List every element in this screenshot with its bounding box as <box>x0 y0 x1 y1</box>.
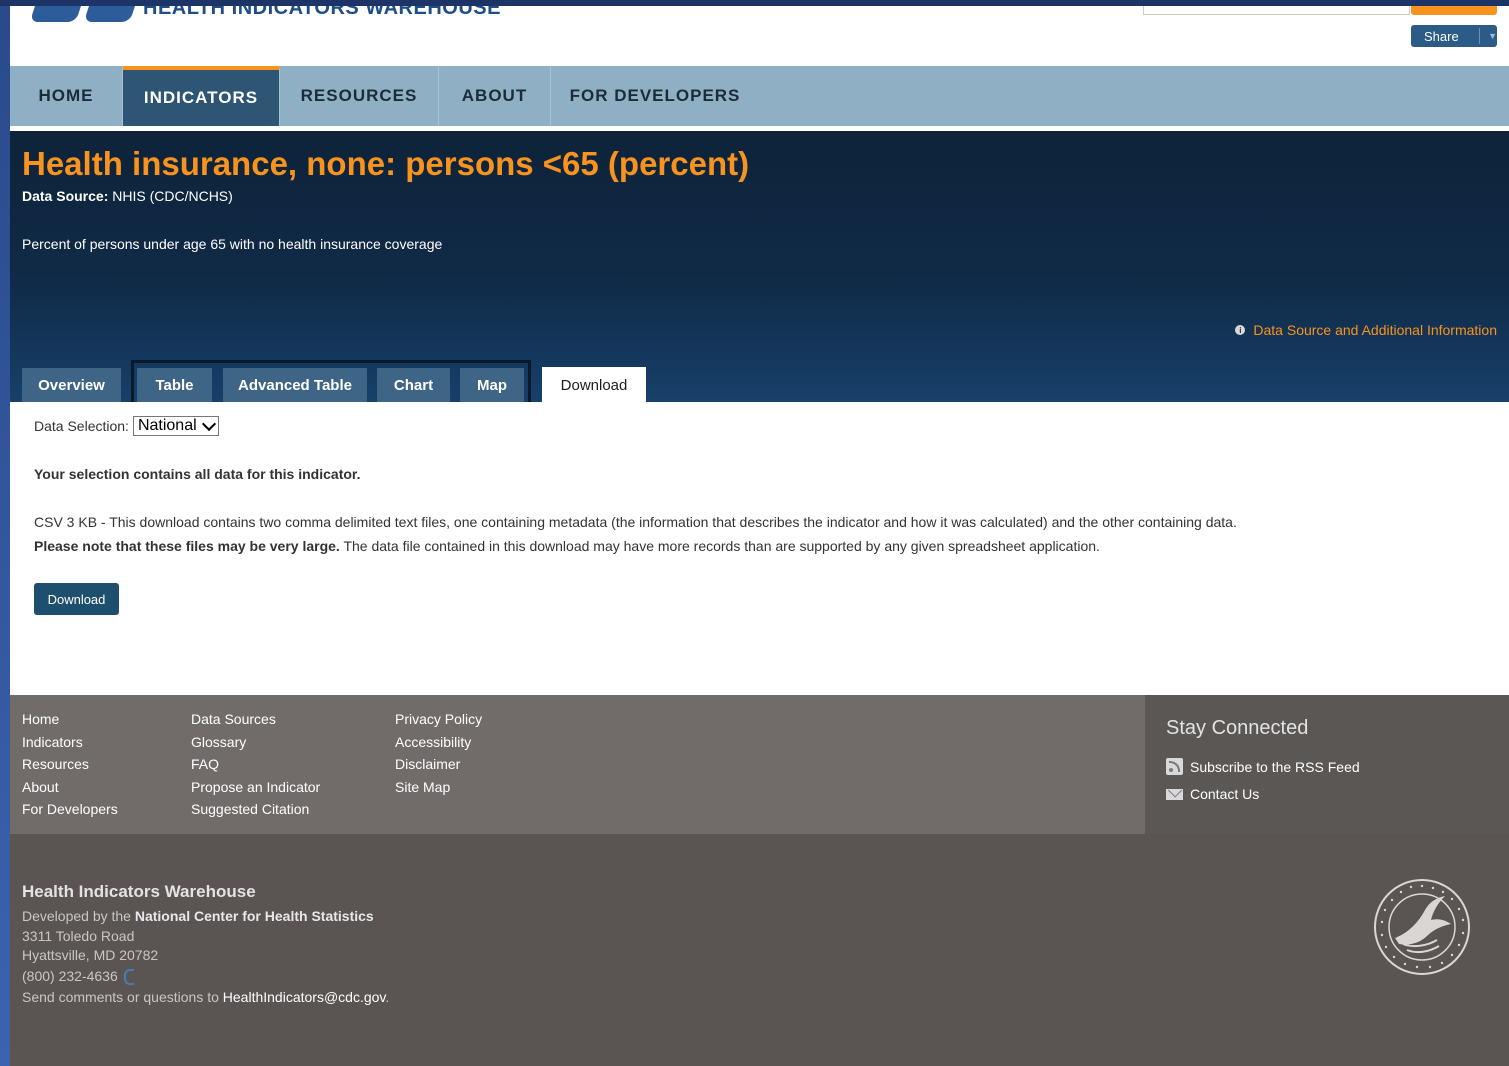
footer-col-3: Privacy Policy Accessibility Disclaimer … <box>395 710 482 800</box>
size-note-text: The data file contained in this download… <box>339 538 1100 554</box>
phone-icon <box>123 969 134 986</box>
footer-link-accessibility[interactable]: Accessibility <box>395 733 482 756</box>
size-note-bold: Please note that these files may be very… <box>34 538 340 554</box>
tab-chart[interactable]: Chart <box>377 368 450 402</box>
tab-advanced-table[interactable]: Advanced Table <box>223 368 367 402</box>
download-button[interactable]: Download <box>34 583 119 615</box>
download-panel: Data Selection: National Your selection … <box>10 402 1509 695</box>
footer-col-1: Home Indicators Resources About For Deve… <box>22 710 118 823</box>
footer-link-indicators[interactable]: Indicators <box>22 733 118 756</box>
search-input[interactable] <box>1143 6 1410 15</box>
address-line-2: Hyattsville, MD 20782 <box>22 947 159 963</box>
footer-link-faq[interactable]: FAQ <box>191 755 320 778</box>
site-footer: Health Indicators Warehouse Developed by… <box>10 834 1509 1066</box>
nav-indicators[interactable]: INDICATORS <box>123 66 280 126</box>
data-source: Data Source: NHIS (CDC/NCHS) <box>22 188 233 204</box>
indicator-description: Percent of persons under age 65 with no … <box>22 236 443 252</box>
email-link[interactable]: HealthIndicators@cdc.gov <box>223 989 386 1005</box>
stay-connected: Stay Connected Subscribe to the RSS Feed… <box>1145 695 1509 834</box>
tab-overview[interactable]: Overview <box>22 368 121 402</box>
search-button[interactable] <box>1411 6 1497 15</box>
nchs-link[interactable]: National Center for Health Statistics <box>135 908 374 924</box>
share-label: Share <box>1424 28 1459 44</box>
rss-label: Subscribe to the RSS Feed <box>1190 758 1360 775</box>
logo-mark-left <box>29 6 85 22</box>
phone-line: (800) 232-4636 <box>22 968 134 986</box>
logo-mark-right <box>83 6 139 22</box>
nav-resources[interactable]: RESOURCES <box>280 66 439 126</box>
footer-link-data-sources[interactable]: Data Sources <box>191 710 320 733</box>
developed-by: Developed by the National Center for Hea… <box>22 908 374 924</box>
site-header: HEALTH INDICATORS WAREHOUSE Share ▼ <box>10 6 1509 66</box>
contact-link[interactable]: Contact Us <box>1166 786 1259 802</box>
nav-about[interactable]: ABOUT <box>439 66 551 126</box>
comments-line: Send comments or questions to HealthIndi… <box>22 989 389 1005</box>
footer-link-privacy-policy[interactable]: Privacy Policy <box>395 710 482 733</box>
share-button[interactable]: Share ▼ <box>1411 25 1497 47</box>
developed-by-prefix: Developed by the <box>22 908 135 924</box>
footer-link-resources[interactable]: Resources <box>22 755 118 778</box>
share-divider <box>1479 28 1481 44</box>
nav-for-developers[interactable]: FOR DEVELOPERS <box>551 66 759 126</box>
footer-link-glossary[interactable]: Glossary <box>191 733 320 756</box>
selection-summary: Your selection contains all data for thi… <box>34 466 361 482</box>
tab-table[interactable]: Table <box>137 368 212 402</box>
footer-link-about[interactable]: About <box>22 778 118 801</box>
footer-link-propose-indicator[interactable]: Propose an Indicator <box>191 778 320 801</box>
data-source-info-label: Data Source and Additional Information <box>1253 322 1497 338</box>
csv-description: CSV 3 KB - This download contains two co… <box>34 514 1237 530</box>
main-nav: HOME INDICATORS RESOURCES ABOUT FOR DEVE… <box>10 66 1509 126</box>
comments-prefix: Send comments or questions to <box>22 989 223 1005</box>
footer-links: Home Indicators Resources About For Deve… <box>10 695 1145 834</box>
tab-download[interactable]: Download <box>542 367 646 403</box>
footer-org-name: Health Indicators Warehouse <box>22 882 256 901</box>
data-selection-dropdown[interactable]: National <box>132 416 219 436</box>
hhs-seal-icon <box>1374 879 1470 975</box>
footer-link-for-developers[interactable]: For Developers <box>22 800 118 823</box>
indicator-header: Health insurance, none: persons <65 (per… <box>10 131 1509 403</box>
phone-number: (800) 232-4636 <box>22 968 118 984</box>
tab-map[interactable]: Map <box>460 368 524 402</box>
rss-icon <box>1166 758 1183 775</box>
data-source-label: Data Source: <box>22 188 109 204</box>
address-line-1: 3311 Toledo Road <box>22 928 135 944</box>
size-note: Please note that these files may be very… <box>34 538 1100 554</box>
info-icon: i <box>1235 325 1246 335</box>
data-source-value: NHIS (CDC/NCHS) <box>108 188 233 204</box>
comments-suffix: . <box>385 989 390 1005</box>
chevron-down-icon[interactable]: ▼ <box>1488 31 1497 41</box>
data-selection-value: National <box>137 417 197 434</box>
site-logo-text[interactable]: HEALTH INDICATORS WAREHOUSE <box>143 6 501 20</box>
contact-label: Contact Us <box>1190 786 1260 802</box>
page-title: Health insurance, none: persons <65 (per… <box>22 145 750 182</box>
data-selection-row: Data Selection: National <box>34 416 219 436</box>
rss-link[interactable]: Subscribe to the RSS Feed <box>1166 758 1360 775</box>
window-left-edge <box>0 0 10 1066</box>
footer-link-suggested-citation[interactable]: Suggested Citation <box>191 800 320 823</box>
page: HEALTH INDICATORS WAREHOUSE Share ▼ HOME… <box>10 6 1509 1066</box>
nav-home[interactable]: HOME <box>10 66 123 126</box>
footer-link-home[interactable]: Home <box>22 710 118 733</box>
footer-link-site-map[interactable]: Site Map <box>395 778 482 801</box>
stay-connected-title: Stay Connected <box>1166 717 1309 739</box>
data-source-info-link[interactable]: i Data Source and Additional Information <box>1235 322 1497 338</box>
data-selection-label: Data Selection: <box>34 418 129 434</box>
footer-link-disclaimer[interactable]: Disclaimer <box>395 755 482 778</box>
chevron-down-icon <box>201 416 217 432</box>
footer-col-2: Data Sources Glossary FAQ Propose an Ind… <box>191 710 320 823</box>
mail-icon <box>1166 788 1183 800</box>
